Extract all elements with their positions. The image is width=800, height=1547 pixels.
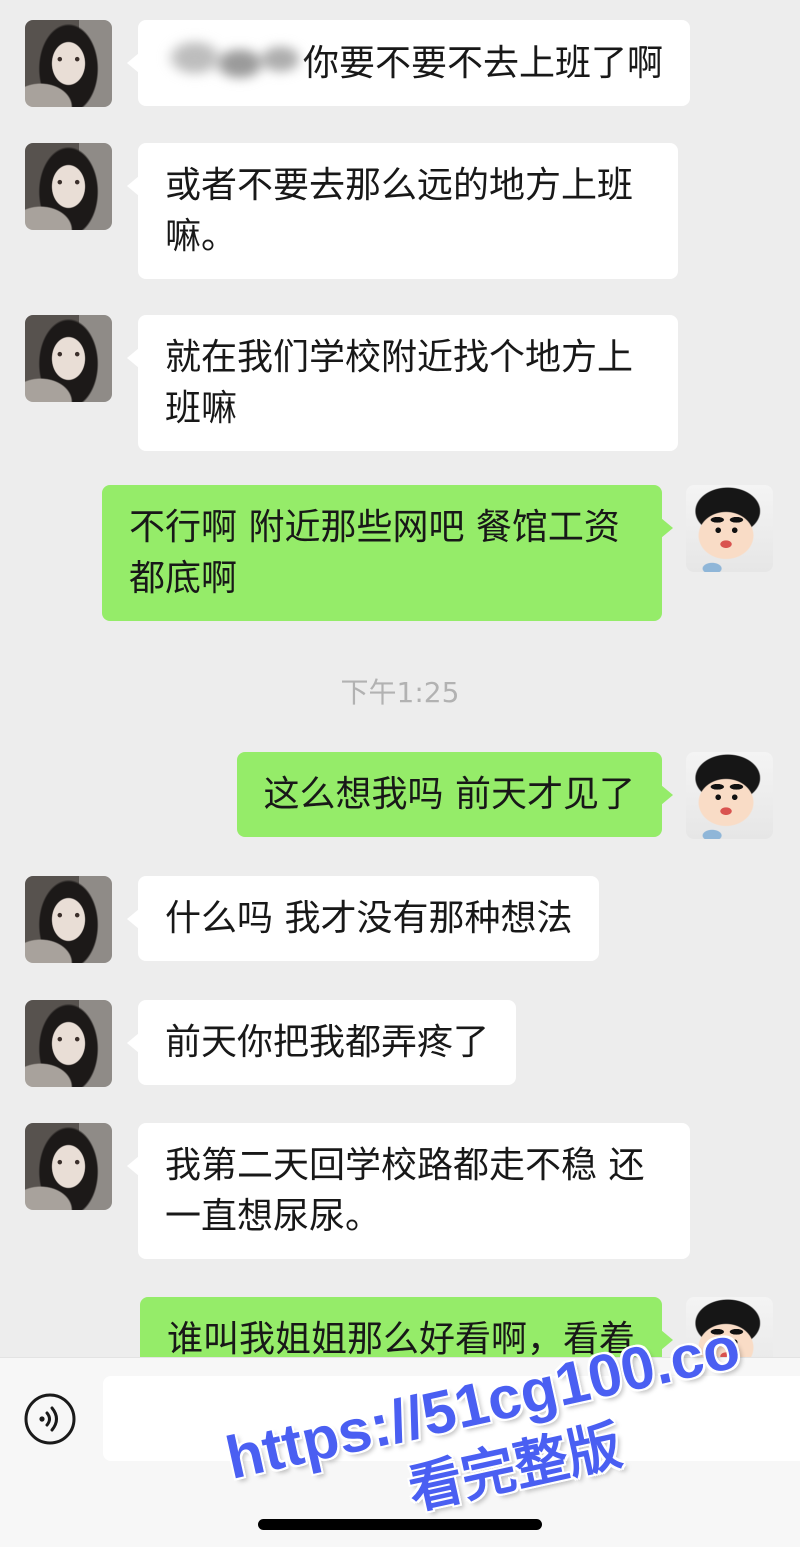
redacted-name-blur [165, 37, 301, 83]
contact-avatar[interactable] [25, 143, 112, 230]
message-text: 这么想我吗 前天才见了 [263, 774, 635, 815]
voice-icon-wave-outer [50, 1406, 58, 1432]
message-bubble[interactable]: 或者不要去那么远的地方上班嘛。 [127, 143, 678, 279]
message-text: 不行啊 附近那些网吧 餐馆工资都底啊 [129, 507, 620, 599]
message-bubble[interactable]: 不行啊 附近那些网吧 餐馆工资都底啊 [102, 485, 673, 621]
message-bubble[interactable]: 我第二天回学校路都走不稳 还一直想尿尿。 [127, 1123, 690, 1259]
voice-button[interactable] [24, 1393, 76, 1445]
contact-avatar[interactable] [25, 1123, 112, 1210]
voice-icon-dot [39, 1416, 45, 1422]
chat-area[interactable]: 你要不要不去上班了啊 或者不要去那么远的地方上班嘛。 就在我们学校附近找个地方上… [0, 0, 800, 1547]
message-bubble[interactable]: 前天你把我都弄疼了 [126, 1000, 517, 1085]
message-text: 我第二天回学校路都走不稳 还一直想尿尿。 [165, 1145, 645, 1237]
contact-avatar[interactable] [25, 20, 112, 107]
message-text: 什么吗 我才没有那种想法 [165, 898, 573, 939]
contact-avatar[interactable] [25, 1000, 112, 1087]
message-bubble[interactable]: 这么想我吗 前天才见了 [236, 752, 674, 837]
my-avatar[interactable] [686, 752, 773, 839]
message-text: 前天你把我都弄疼了 [165, 1022, 490, 1063]
message-text: 或者不要去那么远的地方上班嘛。 [165, 165, 634, 257]
message-timestamp: 下午1:25 [340, 676, 460, 709]
contact-avatar[interactable] [25, 876, 112, 963]
voice-icon-wave-inner [45, 1411, 51, 1427]
voice-icon [24, 1393, 76, 1445]
message-text: 就在我们学校附近找个地方上班嘛 [165, 337, 634, 429]
message-text: 你要不要不去上班了啊 [303, 43, 664, 84]
message-bubble[interactable]: 就在我们学校附近找个地方上班嘛 [127, 315, 678, 451]
message-bubble[interactable]: 你要不要不去上班了啊 [126, 20, 691, 106]
my-avatar[interactable] [686, 485, 773, 572]
contact-avatar[interactable] [25, 315, 112, 402]
message-bubble[interactable]: 什么吗 我才没有那种想法 [126, 876, 600, 961]
home-indicator[interactable] [258, 1519, 542, 1530]
